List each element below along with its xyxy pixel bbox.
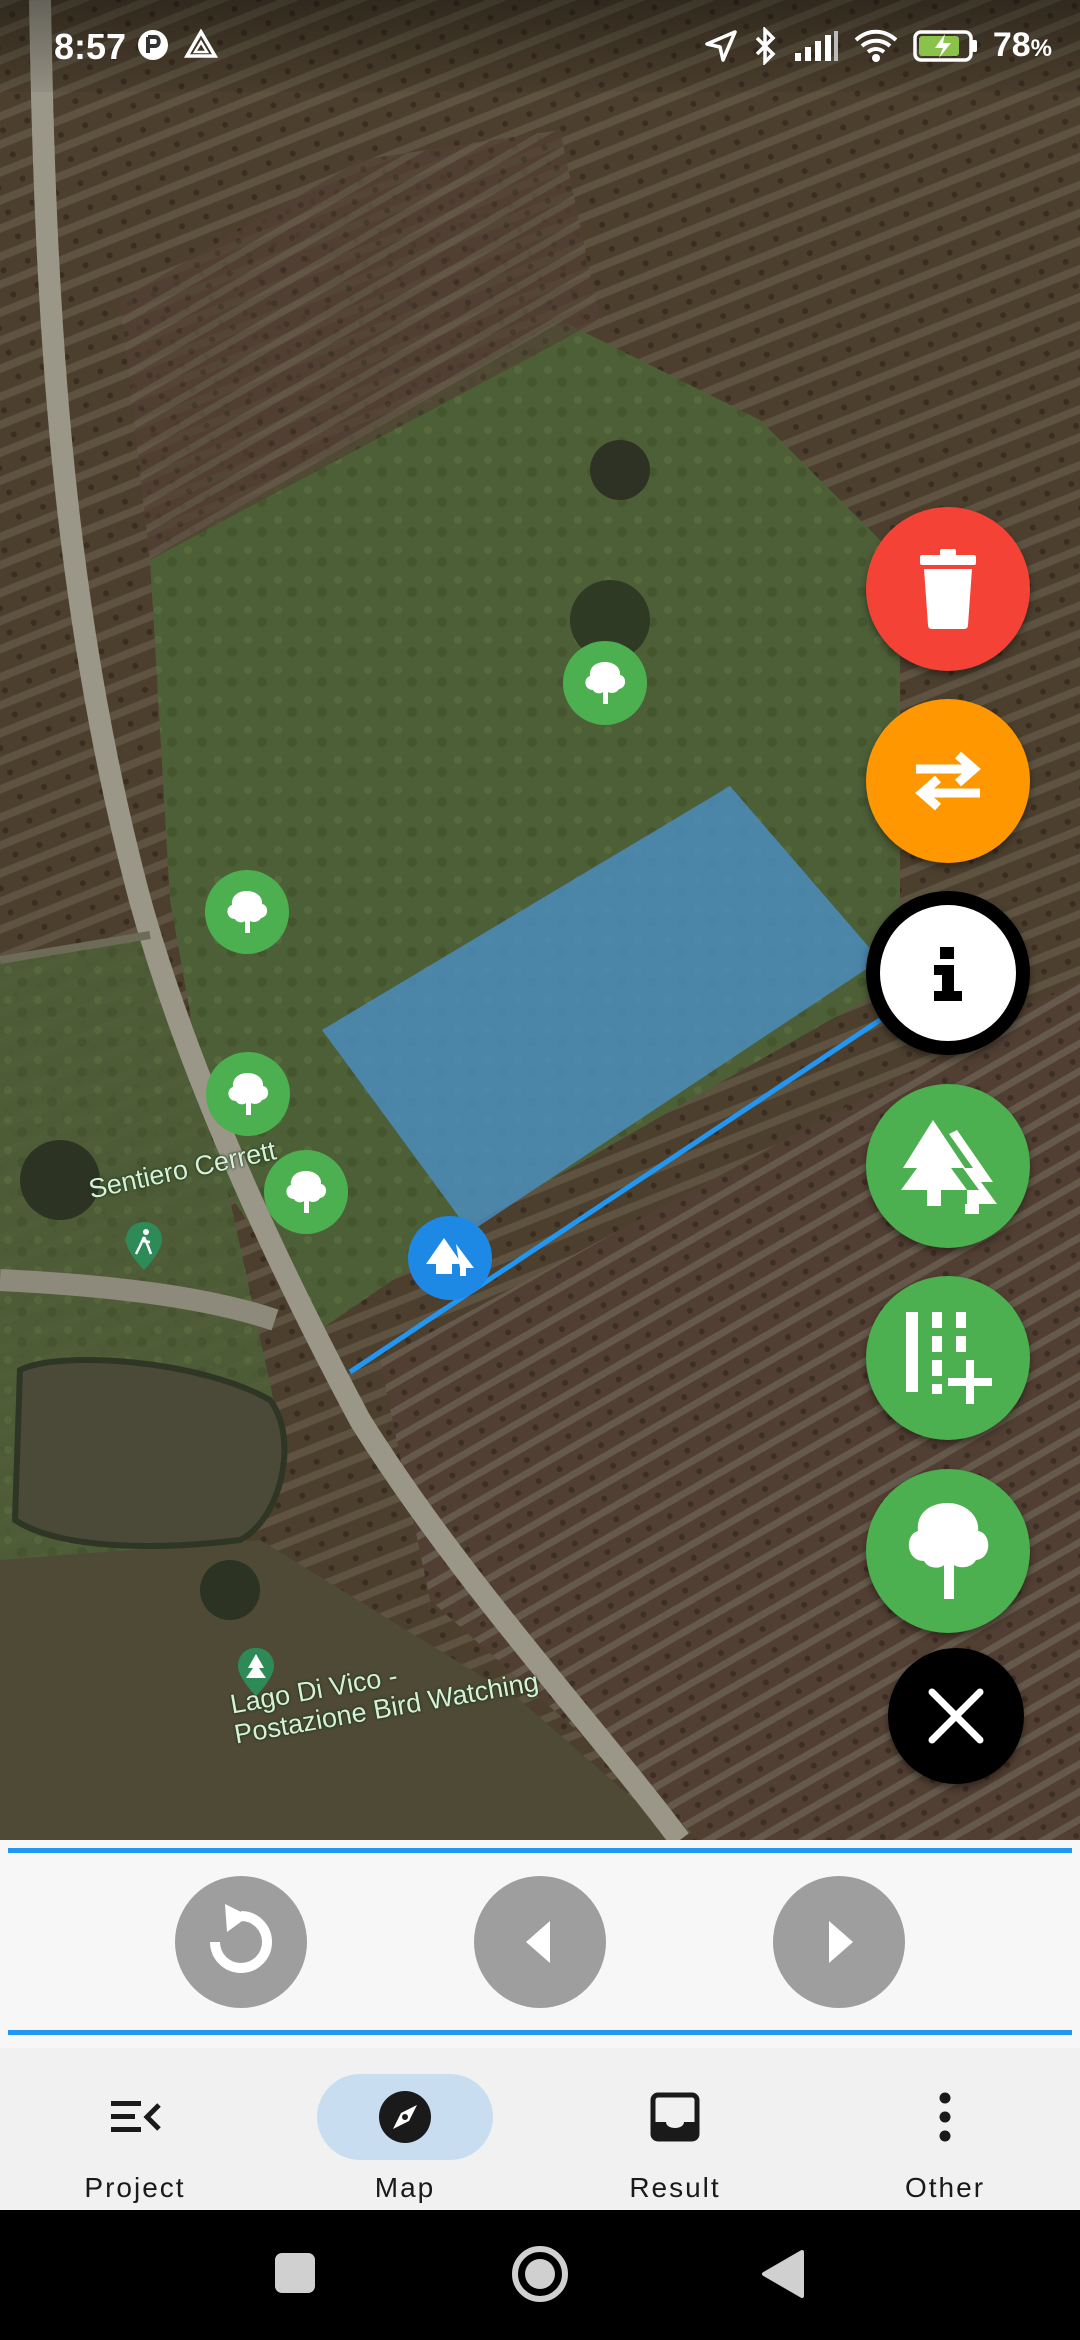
forest-marker[interactable] bbox=[408, 1216, 492, 1300]
recents-icon[interactable] bbox=[272, 2250, 318, 2296]
add-forest-button[interactable] bbox=[866, 1084, 1030, 1248]
info-button[interactable] bbox=[866, 891, 1030, 1055]
project-list-icon bbox=[111, 2101, 161, 2132]
tree-marker[interactable] bbox=[264, 1150, 348, 1234]
tree-icon bbox=[286, 1171, 327, 1213]
tree-icon bbox=[908, 1503, 989, 1599]
tree-icon bbox=[585, 662, 626, 704]
bottom-navigation: Project Map Result Other bbox=[0, 2048, 1080, 2210]
divider-bottom bbox=[8, 2030, 1072, 2035]
inbox-icon bbox=[650, 2092, 700, 2142]
status-time: 8:57 bbox=[54, 26, 127, 67]
forest-icon bbox=[426, 1238, 474, 1276]
nav-label-map: Map bbox=[374, 2172, 436, 2203]
wifi-icon bbox=[854, 29, 898, 62]
close-icon bbox=[928, 1688, 984, 1744]
location-icon bbox=[705, 29, 737, 62]
compass-icon bbox=[379, 2091, 431, 2143]
divider-top bbox=[8, 1848, 1072, 1853]
nav-item-map[interactable]: Map bbox=[270, 2062, 540, 2203]
delete-button[interactable] bbox=[866, 507, 1030, 671]
next-button[interactable] bbox=[773, 1876, 905, 2008]
system-navigation-bar bbox=[0, 2210, 1080, 2340]
drive-icon bbox=[184, 28, 218, 58]
add-tree-button[interactable] bbox=[866, 1469, 1030, 1633]
nav-label-result: Result bbox=[629, 2172, 721, 2203]
tree-icon bbox=[227, 891, 268, 933]
undo-button[interactable] bbox=[175, 1876, 307, 2008]
signal-icon bbox=[794, 30, 838, 61]
back-icon[interactable] bbox=[760, 2248, 806, 2300]
swap-button[interactable] bbox=[866, 699, 1030, 863]
previous-icon bbox=[526, 1921, 550, 1963]
nav-label-project: Project bbox=[84, 2172, 186, 2203]
more-vert-icon bbox=[939, 2092, 951, 2142]
nav-label-other: Other bbox=[904, 2172, 986, 2203]
tree-marker[interactable] bbox=[205, 870, 289, 954]
park-pin-icon[interactable] bbox=[236, 1646, 276, 1698]
nav-item-result[interactable]: Result bbox=[540, 2062, 810, 2203]
tree-icon bbox=[228, 1073, 269, 1115]
status-bar: 8:57 78% bbox=[0, 0, 1080, 92]
previous-button[interactable] bbox=[474, 1876, 606, 2008]
tree-marker[interactable] bbox=[563, 641, 647, 725]
hiking-pin-icon[interactable] bbox=[124, 1220, 164, 1272]
media-icon bbox=[138, 30, 168, 60]
bluetooth-icon bbox=[755, 26, 776, 65]
battery-percent: 78% bbox=[992, 26, 1052, 64]
edit-controls bbox=[0, 1840, 1080, 2048]
nav-item-other[interactable]: Other bbox=[810, 2062, 1080, 2203]
home-icon[interactable] bbox=[510, 2244, 570, 2304]
info-icon bbox=[934, 947, 962, 1001]
add-row-button[interactable] bbox=[866, 1276, 1030, 1440]
row-add-icon bbox=[906, 1312, 992, 1404]
battery-charging-icon bbox=[913, 29, 977, 62]
forest-icon bbox=[901, 1120, 997, 1214]
undo-icon bbox=[210, 1904, 272, 1973]
nav-item-project[interactable]: Project bbox=[0, 2062, 270, 2203]
trash-icon bbox=[920, 549, 976, 629]
close-button[interactable] bbox=[888, 1648, 1024, 1784]
swap-arrows-icon bbox=[915, 751, 981, 811]
tree-marker[interactable] bbox=[206, 1052, 290, 1136]
next-icon bbox=[829, 1921, 853, 1963]
